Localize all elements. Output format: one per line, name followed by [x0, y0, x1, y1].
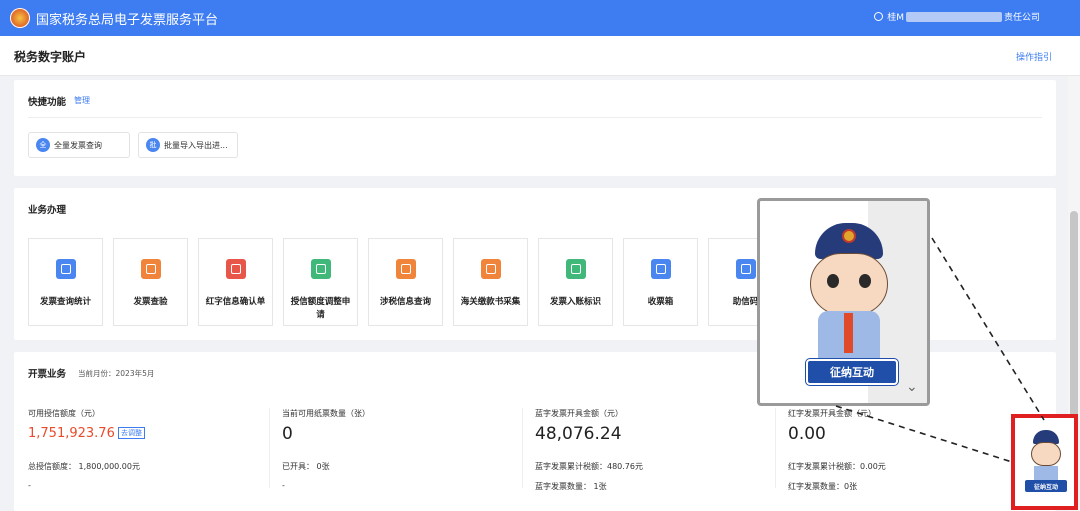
- folder-search-icon: [396, 259, 416, 279]
- eye-icon: [859, 274, 871, 288]
- business-title: 业务办理: [28, 205, 67, 216]
- tile-label: 海关缴款书采集: [460, 297, 521, 307]
- stat-available-credit: 可用授信额度（元） 1,751,923.76 去调整 总授信额度： 1,800,…: [28, 408, 278, 508]
- tile-customs-collect[interactable]: 海关缴款书采集: [453, 238, 528, 326]
- stat-blue-invoice-amount: 蓝字发票开具金额（元） 48,076.24 蓝字发票累计税额：480.76元 蓝…: [535, 408, 785, 508]
- search-doc-icon: [56, 259, 76, 279]
- brand-title: 国家税务总局电子发票服务平台: [36, 12, 219, 28]
- adjust-button[interactable]: 去调整: [118, 427, 145, 439]
- tile-invoice-entry-mark[interactable]: 发票入账标识: [538, 238, 613, 326]
- manage-link[interactable]: 管理: [74, 95, 90, 106]
- tile-label: 收票箱: [647, 297, 674, 307]
- user-name-prefix: 桂M: [887, 13, 904, 23]
- quick-button-label: 批量导入导出进...: [164, 140, 228, 150]
- tile-label: 发票入账标识: [549, 297, 601, 307]
- invoicing-title: 开票业务: [28, 369, 67, 380]
- tie-icon: [844, 313, 853, 353]
- user-menu[interactable]: 桂M 责任公司: [874, 10, 1040, 23]
- stat-red-invoice-amount: 红字发票开具金额（元） 0.00 红字发票累计税额：0.00元 红字发票数量：0…: [788, 408, 1038, 508]
- scan-icon: [141, 259, 161, 279]
- current-month: 当前月份：2023年5月: [78, 369, 155, 378]
- chevron-down-icon: ⌄: [906, 379, 918, 395]
- quick-button-full-invoice-query[interactable]: 全 全量发票查询: [28, 132, 130, 158]
- guide-link[interactable]: 操作指引: [1016, 50, 1052, 63]
- page-header: 税务数字账户 操作指引: [0, 36, 1080, 76]
- tile-invoice-verify[interactable]: 发票查验: [113, 238, 188, 326]
- qr-icon: [736, 259, 756, 279]
- assistant-zoom-callout: 征纳互动 ⌄: [757, 198, 930, 406]
- assistant-mini-banner: 征纳互动: [1025, 480, 1067, 492]
- edit-doc-icon: [311, 259, 331, 279]
- tile-label: 涉税信息查询: [379, 297, 431, 307]
- customs-doc-icon: [481, 259, 501, 279]
- stat-detail: 总授信额度： 1,800,000.00元: [28, 462, 140, 471]
- doc-check-icon: [226, 259, 246, 279]
- eye-icon: [827, 274, 839, 288]
- quick-button-batch-import-export[interactable]: 批 批量导入导出进...: [138, 132, 238, 158]
- floating-assistant-button[interactable]: 征纳互动: [1011, 414, 1078, 510]
- tile-credit-adjust[interactable]: 授信额度调整申请: [283, 238, 358, 326]
- stat-detail: 红字发票数量：0张: [788, 482, 858, 491]
- stat-detail: 已开具： 0张: [282, 462, 330, 471]
- stat-detail: -: [282, 481, 285, 490]
- stat-detail: 蓝字发票累计税额：480.76元: [535, 462, 643, 471]
- stat-label: 红字发票开具金额（元）: [788, 409, 876, 418]
- stat-detail: 红字发票累计税额：0.00元: [788, 462, 886, 471]
- stat-value: 0: [282, 424, 293, 444]
- mascot-body-icon: [1034, 466, 1058, 480]
- tax-emblem-icon: [10, 8, 30, 28]
- tile-label: 发票查询统计: [39, 297, 91, 307]
- tag-icon: [566, 259, 586, 279]
- divider: [775, 408, 776, 488]
- stat-detail: -: [28, 481, 31, 490]
- quick-functions-title: 快捷功能: [28, 97, 67, 108]
- tile-tax-info-query[interactable]: 涉税信息查询: [368, 238, 443, 326]
- badge-icon: [842, 229, 856, 243]
- stat-detail: 蓝字发票数量： 1张: [535, 482, 607, 491]
- tile-label: 红字信息确认单: [205, 297, 266, 307]
- quick-functions-card: 快捷功能 管理 全 全量发票查询 批 批量导入导出进...: [14, 80, 1056, 176]
- tile-red-info-confirm[interactable]: 红字信息确认单: [198, 238, 273, 326]
- stat-value: 0.00: [788, 424, 826, 444]
- divider: [269, 408, 270, 488]
- quick-icon: 全: [36, 138, 50, 152]
- quick-icon: 批: [146, 138, 160, 152]
- stat-label: 当前可用纸票数量（张）: [282, 409, 370, 418]
- stat-label: 可用授信额度（元）: [28, 409, 100, 418]
- assistant-banner: 征纳互动: [806, 359, 898, 385]
- user-name-suffix: 责任公司: [1003, 13, 1040, 23]
- stat-label: 蓝字发票开具金额（元）: [535, 409, 623, 418]
- stat-paper-invoices: 当前可用纸票数量（张） 0 已开具： 0张 -: [282, 408, 532, 508]
- user-icon: [874, 12, 884, 21]
- stat-value: 48,076.24: [535, 424, 622, 444]
- quick-button-label: 全量发票查询: [54, 140, 102, 150]
- mascot-face-icon: [810, 253, 888, 315]
- page-title: 税务数字账户: [14, 50, 87, 64]
- tile-inbox[interactable]: 收票箱: [623, 238, 698, 326]
- tile-invoice-query-stats[interactable]: 发票查询统计: [28, 238, 103, 326]
- divider: [28, 117, 1042, 118]
- user-name-redacted: [905, 11, 1002, 22]
- divider: [522, 408, 523, 488]
- tile-label: 发票查验: [133, 297, 168, 307]
- tile-label: 授信额度调整申请: [290, 297, 351, 320]
- top-bar: 国家税务总局电子发票服务平台 桂M 责任公司: [0, 0, 1080, 36]
- mascot-face-icon: [1031, 442, 1061, 466]
- stat-value: 1,751,923.76: [28, 426, 115, 441]
- mail-icon: [651, 259, 671, 279]
